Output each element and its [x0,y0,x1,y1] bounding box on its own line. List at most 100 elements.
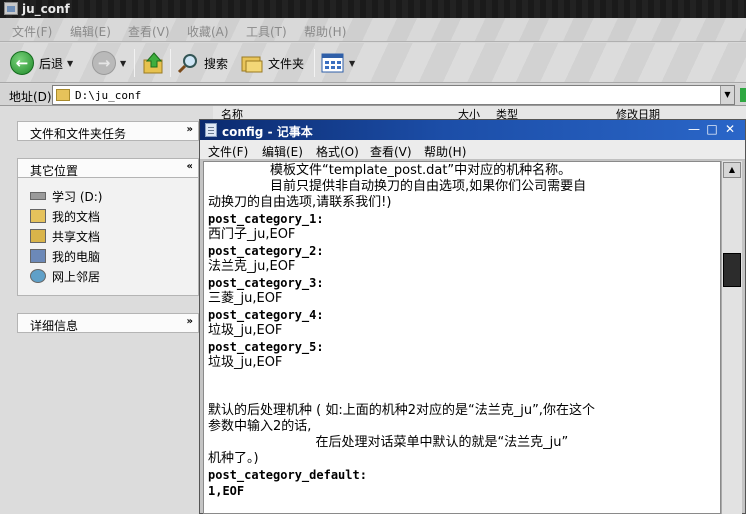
notepad-icon [205,123,217,137]
menu-view[interactable]: 查看(V) [128,23,170,40]
address-label: 地址(D) [9,90,52,104]
back-dropdown-icon[interactable]: ▼ [67,59,73,68]
text-line: 动换刀的自由选项,请联系我们!) [208,195,392,210]
search-label: 搜索 [204,56,229,71]
other-places-header[interactable]: 其它位置 « [17,158,199,178]
place-label: 我的电脑 [52,249,101,264]
vertical-scrollbar[interactable]: ▲ [721,161,742,514]
notepad-menu-help[interactable]: 帮助(H) [424,143,466,160]
notepad-title: config - 记事本 [222,125,313,139]
text-line: 三菱_ju,EOF [208,291,283,306]
place-my-documents[interactable]: 我的文档 [30,208,100,224]
folder-window-icon [4,2,18,15]
notepad-menu-file[interactable]: 文件(F) [208,143,248,160]
text-line: post_category_2: [208,244,324,258]
folder-icon [56,89,70,101]
text-line: 模板文件“template_post.dat”中对应的机种名称。 [208,163,572,178]
my-computer-icon [30,249,46,263]
scroll-up-icon[interactable]: ▲ [723,162,741,178]
expand-chevron-icon[interactable]: » [187,316,193,327]
menu-tools[interactable]: 工具(T) [246,23,287,40]
place-network[interactable]: 网上邻居 [30,268,100,284]
text-line: 默认的后处理机种 ( 如:上面的机种2对应的是“法兰克_ju”,你在这个 [208,403,595,418]
notepad-menu-format[interactable]: 格式(O) [316,143,359,160]
address-value: D:\ju_conf [75,89,142,102]
text-line: post_category_3: [208,276,324,290]
drive-icon [30,192,46,200]
text-line: 1,EOF [208,484,245,498]
explorer-title: ju_conf [22,2,70,16]
file-tasks-title: 文件和文件夹任务 [30,127,127,141]
place-label: 共享文档 [52,229,101,244]
views-button[interactable]: ▼ [321,50,355,76]
views-dropdown-icon[interactable]: ▼ [349,59,355,68]
other-places-body: 学习 (D:) 我的文档 共享文档 我的电脑 网上邻居 [17,178,199,296]
details-header[interactable]: 详细信息 » [17,313,199,333]
place-label: 我的文档 [52,209,101,224]
minimize-icon[interactable]: — [687,122,701,136]
toolbar-divider [314,49,315,77]
up-button[interactable] [142,50,166,76]
toolbar-divider [170,49,171,77]
network-places-icon [30,269,46,283]
place-label: 网上邻居 [52,269,101,284]
menu-edit[interactable]: 编辑(E) [70,23,111,40]
folders-icon [241,56,263,73]
folder-up-icon [143,52,163,74]
address-bar: 地址(D) D:\ju_conf ▼ [0,84,746,106]
shared-documents-icon [30,229,46,243]
maximize-icon[interactable]: □ [705,122,719,136]
address-dropdown-icon[interactable]: ▼ [720,86,734,104]
explorer-title-bar[interactable]: ju_conf [0,0,746,18]
notepad-window: config - 记事本 — □ ✕ 文件(F) 编辑(E) 格式(O) 查看(… [199,119,746,514]
my-documents-icon [30,209,46,223]
expand-chevron-icon[interactable]: » [187,124,193,135]
forward-dropdown-icon[interactable]: ▼ [120,59,126,68]
place-drive-d[interactable]: 学习 (D:) [30,188,102,204]
text-line: post_category_4: [208,308,324,322]
address-input[interactable]: D:\ju_conf ▼ [52,85,735,105]
explorer-toolbar: ← 后退 ▼ → ▼ 搜索 文件夹 ▼ [0,43,746,83]
views-icon [321,53,344,73]
text-line: 法兰克_ju,EOF [208,259,296,274]
toolbar-divider [134,49,135,77]
scroll-thumb[interactable] [723,253,741,287]
search-button[interactable]: 搜索 [176,50,228,76]
menu-help[interactable]: 帮助(H) [304,23,346,40]
menu-file[interactable]: 文件(F) [12,23,52,40]
forward-button[interactable]: → ▼ [92,50,126,76]
text-line: 在后处理对话菜单中默认的就是“法兰克_ju” [208,435,569,450]
text-line: post_category_default: [208,468,367,482]
folders-label: 文件夹 [268,56,305,71]
close-icon[interactable]: ✕ [723,122,737,136]
file-list-header: 名称 大小 类型 修改日期 [213,106,746,121]
menu-favorites[interactable]: 收藏(A) [187,23,229,40]
notepad-title-bar[interactable]: config - 记事本 — □ ✕ [200,120,745,140]
text-line: 西门子_ju,EOF [208,227,296,242]
place-my-computer[interactable]: 我的电脑 [30,248,100,264]
notepad-menu-edit[interactable]: 编辑(E) [262,143,303,160]
go-button[interactable] [740,88,746,102]
details-title: 详细信息 [30,319,79,333]
text-line: 目前只提供非自动换刀的自由选项,如果你们公司需要自 [208,179,587,194]
notepad-menu-view[interactable]: 查看(V) [370,143,412,160]
place-label: 学习 (D:) [52,189,103,204]
back-arrow-icon: ← [10,51,34,75]
text-line: post_category_5: [208,340,324,354]
search-icon [177,54,197,74]
text-line: 机种了。) [208,451,259,466]
text-line: post_category_1: [208,212,324,226]
folders-button[interactable]: 文件夹 [240,50,304,76]
back-label: 后退 [39,56,64,71]
text-line: 垃圾_ju,EOF [208,355,283,370]
notepad-text-area[interactable]: 模板文件“template_post.dat”中对应的机种名称。 目前只提供非自… [203,161,721,514]
text-line: 参数中输入2的话, [208,419,312,434]
forward-arrow-icon: → [92,51,116,75]
other-places-title: 其它位置 [30,164,79,178]
notepad-menu-bar: 文件(F) 编辑(E) 格式(O) 查看(V) 帮助(H) [200,140,745,160]
task-pane: 文件和文件夹任务 » 其它位置 « 学习 (D:) 我的文档 共享文档 我的电脑 [0,106,213,514]
collapse-chevron-icon[interactable]: « [187,161,193,172]
file-tasks-header[interactable]: 文件和文件夹任务 » [17,121,199,141]
place-shared-documents[interactable]: 共享文档 [30,228,100,244]
back-button[interactable]: ← 后退 ▼ [10,50,73,76]
